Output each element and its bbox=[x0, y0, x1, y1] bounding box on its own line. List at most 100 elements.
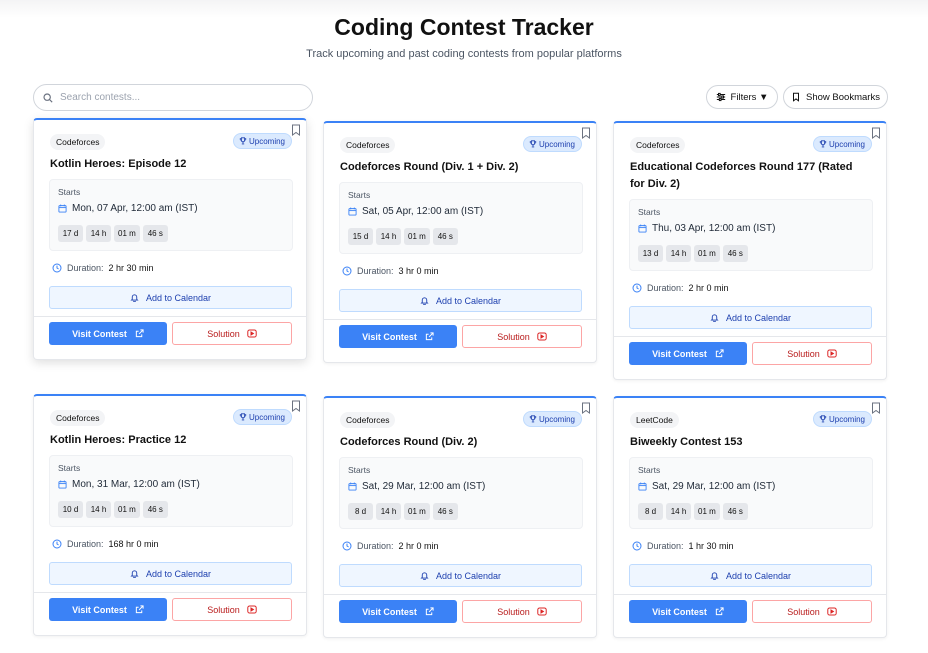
bookmark-icon[interactable] bbox=[871, 127, 881, 139]
status-badge: Upcoming bbox=[232, 133, 292, 149]
trophy-icon bbox=[239, 413, 247, 421]
duration: Duration: 168 hr 0 min bbox=[52, 539, 159, 549]
visit-contest-button[interactable]: Visit Contest bbox=[629, 342, 747, 365]
trophy-icon bbox=[819, 415, 827, 423]
video-icon bbox=[537, 607, 547, 616]
card-divider bbox=[614, 594, 886, 595]
solution-button[interactable]: Solution bbox=[172, 322, 292, 345]
contest-card: Codeforces Upcoming Kotlin Heroes: Episo… bbox=[33, 118, 307, 360]
calendar-icon bbox=[58, 480, 67, 489]
bookmark-icon[interactable] bbox=[581, 402, 591, 414]
add-to-calendar-label: Add to Calendar bbox=[725, 312, 792, 323]
add-to-calendar-button[interactable]: Add to Calendar bbox=[49, 286, 292, 309]
visit-contest-label: Visit Contest bbox=[72, 604, 127, 615]
trophy-icon bbox=[239, 137, 247, 145]
platform-tag: Codeforces bbox=[50, 410, 106, 426]
bell-icon bbox=[130, 570, 139, 578]
status-badge: Upcoming bbox=[812, 411, 872, 427]
solution-button[interactable]: Solution bbox=[462, 600, 582, 623]
countdown: 8 d 14 h 01 m 46 s bbox=[348, 503, 458, 520]
card-divider bbox=[34, 592, 306, 593]
trophy-icon bbox=[529, 415, 537, 423]
countdown: 10 d 14 h 01 m 46 s bbox=[58, 501, 168, 518]
bell-icon bbox=[420, 572, 429, 580]
countdown-chip: 46 s bbox=[142, 501, 168, 518]
calendar-icon bbox=[638, 224, 647, 233]
page-title: Coding Contest Tracker bbox=[334, 14, 594, 40]
status-badge: Upcoming bbox=[522, 411, 582, 427]
bookmark-icon[interactable] bbox=[871, 402, 881, 414]
contest-title: Kotlin Heroes: Episode 12 bbox=[50, 158, 187, 170]
countdown-chip: 14 h bbox=[666, 245, 691, 262]
solution-button[interactable]: Solution bbox=[752, 600, 872, 623]
solution-button[interactable]: Solution bbox=[172, 598, 292, 621]
card-divider bbox=[614, 336, 886, 337]
solution-label: Solution bbox=[497, 606, 530, 617]
video-icon bbox=[247, 605, 257, 614]
platform-tag: Codeforces bbox=[630, 137, 686, 153]
platform-tag: Codeforces bbox=[340, 137, 396, 153]
solution-label: Solution bbox=[207, 604, 240, 615]
solution-button[interactable]: Solution bbox=[752, 342, 872, 365]
filters-button[interactable]: Filters ▼ bbox=[706, 85, 778, 109]
platform-tag: Codeforces bbox=[50, 134, 106, 150]
solution-button[interactable]: Solution bbox=[462, 325, 582, 348]
start-date: Sat, 05 Apr, 12:00 am (IST) bbox=[348, 206, 483, 217]
external-link-icon bbox=[715, 607, 724, 616]
bell-icon bbox=[420, 297, 429, 305]
platform-tag: Codeforces bbox=[340, 412, 396, 428]
visit-contest-label: Visit Contest bbox=[652, 606, 707, 617]
visit-contest-label: Visit Contest bbox=[652, 348, 707, 359]
add-to-calendar-button[interactable]: Add to Calendar bbox=[339, 564, 582, 587]
start-time-panel: Starts Mon, 07 Apr, 12:00 am (IST) 17 d1… bbox=[49, 179, 293, 251]
countdown-chip: 15 d bbox=[348, 228, 373, 245]
visit-contest-button[interactable]: Visit Contest bbox=[629, 600, 747, 623]
show-bookmarks-button[interactable]: Show Bookmarks bbox=[783, 85, 888, 109]
contest-card: Codeforces Upcoming Kotlin Heroes: Pract… bbox=[33, 394, 307, 636]
bookmark-icon[interactable] bbox=[291, 400, 301, 412]
start-date-text: Sat, 05 Apr, 12:00 am (IST) bbox=[362, 206, 484, 217]
add-to-calendar-label: Add to Calendar bbox=[435, 295, 502, 306]
start-time-panel: Starts Mon, 31 Mar, 12:00 am (IST) 10 d1… bbox=[49, 455, 293, 527]
bookmark-icon[interactable] bbox=[291, 124, 301, 136]
starts-label: Starts bbox=[638, 207, 661, 217]
start-time-panel: Starts Sat, 29 Mar, 12:00 am (IST) 8 d 14… bbox=[339, 457, 583, 529]
search-bar[interactable] bbox=[33, 84, 313, 111]
add-to-calendar-button[interactable]: Add to Calendar bbox=[629, 306, 872, 329]
add-to-calendar-label: Add to Calendar bbox=[435, 570, 502, 581]
status-label: Upcoming bbox=[828, 414, 865, 424]
start-date-text: Thu, 03 Apr, 12:00 am (IST) bbox=[652, 223, 776, 234]
visit-contest-button[interactable]: Visit Contest bbox=[49, 598, 167, 621]
solution-label: Solution bbox=[207, 328, 240, 339]
visit-contest-button[interactable]: Visit Contest bbox=[49, 322, 167, 345]
search-input[interactable] bbox=[60, 92, 290, 103]
add-to-calendar-button[interactable]: Add to Calendar bbox=[49, 562, 292, 585]
visit-contest-button[interactable]: Visit Contest bbox=[339, 325, 457, 348]
bookmark-icon[interactable] bbox=[581, 127, 591, 139]
add-to-calendar-button[interactable]: Add to Calendar bbox=[629, 564, 872, 587]
calendar-icon bbox=[348, 207, 357, 216]
bell-icon bbox=[710, 314, 719, 322]
add-to-calendar-label: Add to Calendar bbox=[725, 570, 792, 581]
add-to-calendar-button[interactable]: Add to Calendar bbox=[339, 289, 582, 312]
countdown: 8 d 14 h 01 m 46 s bbox=[638, 503, 748, 520]
contest-card: Codeforces Upcoming Codeforces Round (Di… bbox=[323, 121, 597, 363]
countdown-chip: 46 s bbox=[722, 503, 748, 520]
add-to-calendar-label: Add to Calendar bbox=[145, 292, 212, 303]
visit-contest-button[interactable]: Visit Contest bbox=[339, 600, 457, 623]
clock-icon bbox=[342, 266, 352, 276]
countdown: 15 d 14 h 01 m 46 s bbox=[348, 228, 458, 245]
contest-card: Codeforces Upcoming Educational Codeforc… bbox=[613, 121, 887, 380]
clock-icon bbox=[52, 539, 62, 549]
countdown-chip: 14 h bbox=[376, 228, 401, 245]
status-badge: Upcoming bbox=[232, 409, 292, 425]
start-date-text: Sat, 29 Mar, 12:00 am (IST) bbox=[362, 481, 486, 492]
start-date: Mon, 07 Apr, 12:00 am (IST) bbox=[58, 203, 198, 214]
duration: Duration: 3 hr 0 min bbox=[342, 266, 439, 276]
external-link-icon bbox=[715, 349, 724, 358]
video-icon bbox=[247, 329, 257, 338]
countdown-chip: 46 s bbox=[722, 245, 748, 262]
external-link-icon bbox=[135, 605, 144, 614]
start-time-panel: Starts Sat, 29 Mar, 12:00 am (IST) 8 d 14… bbox=[629, 457, 873, 529]
duration-label: Duration: bbox=[357, 266, 394, 276]
